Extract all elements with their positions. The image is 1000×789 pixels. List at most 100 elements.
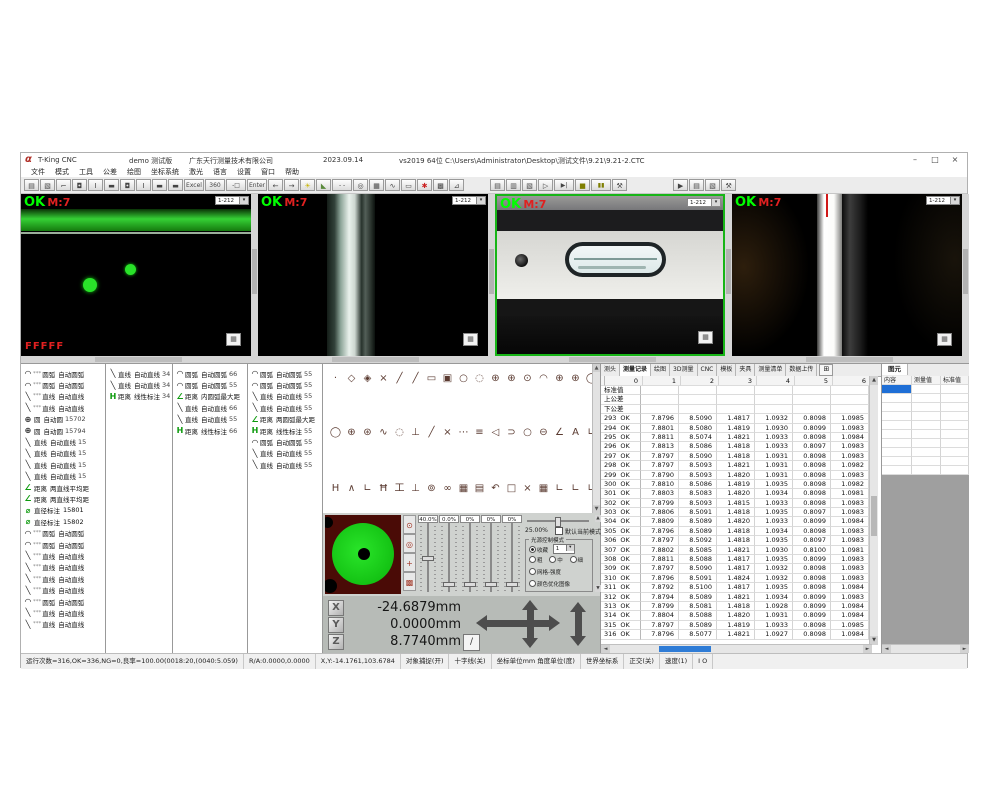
element-cell[interactable]	[882, 457, 912, 466]
toolbar-button[interactable]: ▦	[369, 179, 384, 191]
table-tab[interactable]: 测量清单	[755, 364, 786, 376]
value-cell[interactable]: 0.8098	[793, 621, 831, 630]
camera-vscrollbar[interactable]	[251, 194, 258, 356]
default-mode-checkbox[interactable]: 默认当前模式	[549, 527, 601, 536]
table-row[interactable]: 316OK 7.8796 8.5077 1.4821 1.0927 0.8098…	[601, 630, 869, 639]
value-cell[interactable]: 1.0933	[755, 499, 793, 508]
palette-tool[interactable]: ∞	[441, 482, 454, 496]
palette-tool[interactable]: ∧	[345, 482, 358, 496]
chevron-down-icon[interactable]: ▾	[711, 199, 720, 206]
toolbar-button[interactable]: ▶	[673, 179, 688, 191]
toolbar-button[interactable]: -□	[226, 179, 246, 191]
value-cell[interactable]: 7.8797	[641, 564, 679, 573]
slider-thumb[interactable]	[464, 582, 476, 587]
toolbar-button[interactable]: ⚒	[721, 179, 736, 191]
menu-item[interactable]: 工具	[79, 167, 93, 177]
value-cell[interactable]: 1.0981	[831, 546, 869, 555]
palette-tool[interactable]: ⊃	[505, 426, 518, 440]
element-col-header[interactable]: 标准值	[941, 376, 969, 385]
palette-tool[interactable]: H	[329, 482, 342, 496]
feature-item[interactable]: 直径标注 15802	[21, 516, 105, 527]
ring-light-center[interactable]	[358, 548, 370, 560]
value-cell[interactable]: 8.5080	[679, 424, 717, 433]
light-slider[interactable]: 0%	[460, 515, 480, 592]
value-cell[interactable]: 0.8099	[793, 517, 831, 526]
feature-item[interactable]: 直径标注 15801	[21, 505, 105, 516]
element-cell[interactable]	[941, 457, 969, 466]
column-header[interactable]: 2	[681, 376, 719, 386]
value-cell[interactable]: 1.4820	[717, 517, 755, 526]
element-col-header[interactable]: 测量值	[912, 376, 941, 385]
menu-item[interactable]: 文件	[31, 167, 45, 177]
element-cell[interactable]	[882, 403, 912, 412]
feature-item[interactable]: *** 直线 自动直线	[21, 573, 105, 584]
feature-item[interactable]: *** 直线 自动直线	[21, 584, 105, 595]
table-row[interactable]: 297OK 7.8797 8.5090 1.4818 1.0931 0.8098…	[601, 452, 869, 461]
value-cell[interactable]: 1.0931	[755, 471, 793, 480]
camera-3-image[interactable]: OK M:7 1-212 ▾ ▦	[495, 194, 725, 356]
value-cell[interactable]: 8.5089	[679, 517, 717, 526]
value-cell[interactable]: 7.8797	[641, 461, 679, 470]
feature-item[interactable]: 距离 线性标注 55	[248, 425, 322, 436]
value-cell[interactable]: 0.8099	[793, 611, 831, 620]
palette-tool[interactable]: ⊕	[553, 372, 566, 386]
feature-item[interactable]: 距离 两直线平均距	[21, 482, 105, 493]
value-cell[interactable]: 1.0934	[755, 489, 793, 498]
value-cell[interactable]: 1.0935	[755, 555, 793, 564]
element-cell[interactable]	[882, 439, 912, 448]
element-cell[interactable]	[912, 430, 941, 439]
palette-tool[interactable]: ▤	[473, 482, 486, 496]
palette-tool[interactable]: ▦	[457, 482, 470, 496]
toolbar-button[interactable]: ▶|	[554, 179, 574, 191]
palette-tool[interactable]: ⊛	[361, 426, 374, 440]
element-cell[interactable]	[941, 439, 969, 448]
element-row[interactable]	[882, 403, 969, 412]
value-cell[interactable]: 1.4820	[717, 489, 755, 498]
value-cell[interactable]: 1.4818	[717, 536, 755, 545]
element-cell[interactable]	[941, 466, 969, 475]
camera-hscrollbar[interactable]	[495, 356, 725, 363]
light-slider[interactable]: 0.0%	[439, 515, 459, 592]
feature-item[interactable]: 直线 自动直线 15	[21, 436, 105, 447]
element-cell[interactable]	[882, 394, 912, 403]
table-row[interactable]: 299OK 7.8790 8.5093 1.4820 1.0931 0.8098…	[601, 471, 869, 480]
table-row[interactable]: 294OK 7.8801 8.5080 1.4819 1.0930 0.8099…	[601, 424, 869, 433]
value-cell[interactable]: 8.5085	[679, 546, 717, 555]
palette-tool[interactable]: ⊥	[409, 426, 422, 440]
table-tab[interactable]: 模板	[717, 364, 736, 376]
favorite-select[interactable]: 1▾	[553, 544, 575, 554]
slider-track[interactable]	[439, 523, 459, 592]
element-cell[interactable]	[941, 430, 969, 439]
light-slider[interactable]: 0%	[502, 515, 522, 592]
toolbar-button[interactable]: ◎	[353, 179, 368, 191]
value-cell[interactable]: 8.5089	[679, 593, 717, 602]
value-cell[interactable]: 8.5092	[679, 536, 717, 545]
value-cell[interactable]: 1.0933	[755, 442, 793, 451]
element-row[interactable]	[882, 421, 969, 430]
palette-tool[interactable]: ◇	[345, 372, 358, 386]
value-cell[interactable]: 1.4818	[717, 452, 755, 461]
table-row[interactable]: 295OK 7.8811 8.5074 1.4821 1.0933 0.8098…	[601, 433, 869, 442]
table-tab[interactable]: 3D测量	[670, 364, 697, 376]
palette-tool[interactable]: ⋯	[457, 426, 470, 440]
camera-4-image[interactable]: OK M:7 1-212 ▾ ▦	[732, 194, 962, 356]
value-cell[interactable]: 0.8098	[793, 452, 831, 461]
table-row[interactable]: 303OK 7.8806 8.5091 1.4818 1.0935 0.8097…	[601, 508, 869, 517]
column-header[interactable]: 3	[719, 376, 757, 386]
feature-item[interactable]: 圆弧 自动圆弧 66	[173, 368, 247, 379]
camera-range-select[interactable]: 1-212 ▾	[926, 196, 960, 205]
value-cell[interactable]: 1.0927	[755, 630, 793, 639]
value-cell[interactable]: 8.5081	[679, 602, 717, 611]
feature-item[interactable]: 距离 两直线平均距	[21, 493, 105, 504]
table-row[interactable]: 308OK 7.8811 8.5088 1.4817 1.0935 0.8099…	[601, 555, 869, 564]
radio-icon[interactable]	[529, 580, 536, 587]
table-row[interactable]: 309OK 7.8797 8.5090 1.4817 1.0932 0.8098…	[601, 564, 869, 573]
value-cell[interactable]: 0.8097	[793, 442, 831, 451]
value-cell[interactable]: 8.5093	[679, 471, 717, 480]
value-cell[interactable]: 1.0934	[755, 527, 793, 536]
element-cell[interactable]	[912, 385, 941, 394]
toolbar-button[interactable]: ▧	[705, 179, 720, 191]
value-cell[interactable]: 7.8797	[641, 536, 679, 545]
element-cell[interactable]	[912, 448, 941, 457]
value-cell[interactable]: 0.8098	[793, 630, 831, 639]
